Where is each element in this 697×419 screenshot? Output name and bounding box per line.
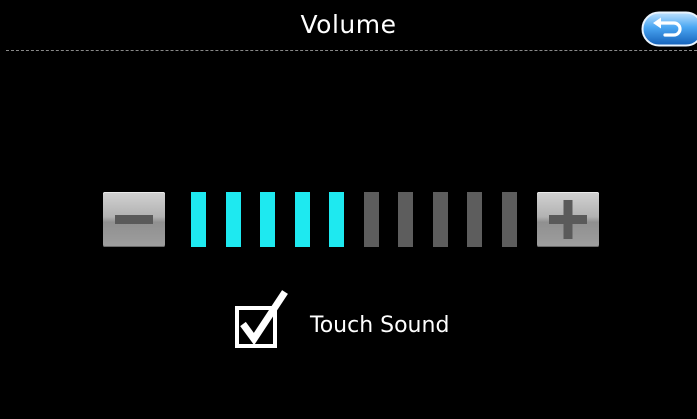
volume-bar-5[interactable] (329, 192, 344, 247)
touch-sound-label: Touch Sound (310, 313, 450, 338)
volume-bar-7[interactable] (398, 192, 413, 247)
volume-bar-3[interactable] (260, 192, 275, 247)
checkbox-checked-icon (235, 290, 288, 348)
volume-bar-10[interactable] (502, 192, 517, 247)
volume-up-button[interactable] (537, 192, 599, 247)
volume-screen: Volume Touch Sound (0, 0, 697, 419)
touch-sound-toggle[interactable]: Touch Sound (228, 286, 478, 352)
volume-bar-2[interactable] (226, 192, 241, 247)
volume-bar-8[interactable] (433, 192, 448, 247)
volume-control (0, 0, 697, 419)
volume-bar-9[interactable] (467, 192, 482, 247)
volume-bar-6[interactable] (364, 192, 379, 247)
volume-bar-4[interactable] (295, 192, 310, 247)
volume-bar-1[interactable] (191, 192, 206, 247)
plus-icon (549, 200, 587, 239)
